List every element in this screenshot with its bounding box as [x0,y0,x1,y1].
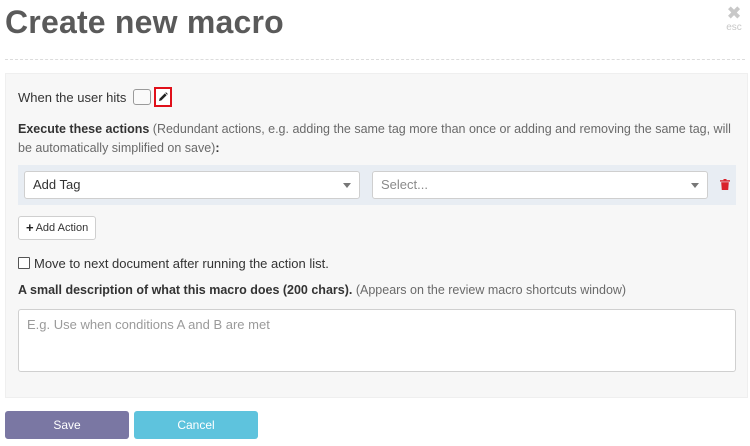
trash-icon[interactable] [720,179,730,190]
macro-form-panel: When the user hits Execute these actions… [5,73,748,398]
esc-hint: esc [726,22,742,33]
action-type-select[interactable]: Add Tag [24,171,360,199]
description-textarea[interactable] [18,309,736,372]
close-icon[interactable]: ✖ [723,4,745,22]
chevron-down-icon [691,183,699,188]
save-button[interactable]: Save [5,411,129,439]
trigger-row: When the user hits [18,87,173,107]
action-value-select[interactable]: Select... [372,171,708,199]
move-next-label[interactable]: Move to next document after running the … [34,256,329,271]
close-button[interactable]: ✖ esc [723,4,745,33]
shortcut-key-input[interactable] [133,89,152,105]
plus-icon: + [26,220,34,235]
add-action-button[interactable]: + Add Action [18,216,97,240]
action-row: Add Tag Select... [18,165,736,205]
add-action-label: Add Action [35,222,89,234]
description-heading: A small description of what this macro d… [18,283,626,297]
move-next-checkbox[interactable] [18,257,30,269]
chevron-down-icon [343,183,351,188]
move-next-row: Move to next document after running the … [18,254,329,272]
action-type-value: Add Tag [33,177,81,192]
edit-shortcut-button[interactable] [154,87,173,107]
cancel-button[interactable]: Cancel [134,411,258,439]
actions-heading-title: Execute these actions [18,122,150,136]
description-heading-note: (Appears on the review macro shortcuts w… [352,283,627,297]
actions-heading: Execute these actions (Redundant actions… [18,120,738,158]
pencil-icon [159,92,169,101]
action-value-placeholder: Select... [381,177,428,192]
title-divider [5,59,745,60]
trigger-label: When the user hits [18,89,127,105]
description-heading-title: A small description of what this macro d… [18,283,353,297]
dialog-title: Create new macro [5,4,284,40]
actions-heading-colon: : [215,141,220,155]
